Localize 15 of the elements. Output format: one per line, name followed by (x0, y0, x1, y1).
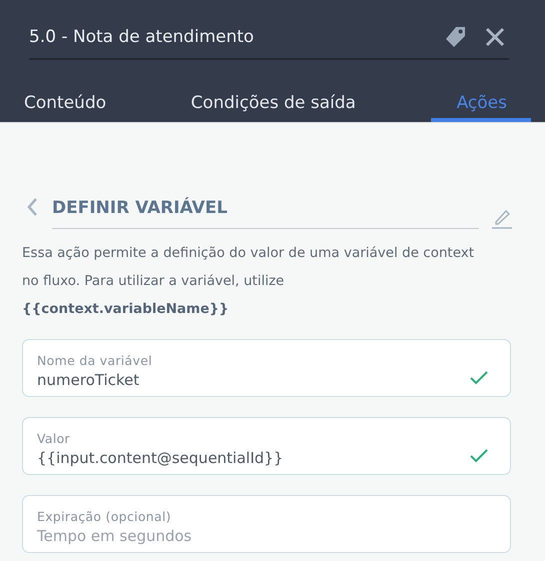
field-label: Nome da variável (37, 353, 154, 368)
window-title: 5.0 - Nota de atendimento (29, 27, 255, 47)
description: Essa ação permite a definição do valor de uma variável de context no fluxo. Para utilizar a variável, utilize {{context.variableName}} (22, 244, 476, 319)
field-label: Expiração (opcional) (37, 509, 172, 524)
text-field[interactable]: Valor {{input.content@sequentialId}} (22, 417, 511, 475)
tab[interactable]: Condições de saída (180, 78, 366, 122)
input-field[interactable]: Tempo em segundos (37, 527, 496, 545)
tab[interactable]: Conteúdo (14, 78, 116, 122)
field-label: Valor (37, 431, 72, 446)
input-field[interactable]: {{input.content@sequentialId}} (37, 449, 462, 467)
input-field[interactable]: numeroTicket (37, 371, 462, 389)
close-icon[interactable] (485, 27, 505, 47)
text-field[interactable]: Nome da variável numeroTicket (22, 339, 511, 397)
action-title: DEFINIR VARIÁVEL (52, 198, 479, 229)
tag-icon[interactable] (445, 26, 467, 48)
